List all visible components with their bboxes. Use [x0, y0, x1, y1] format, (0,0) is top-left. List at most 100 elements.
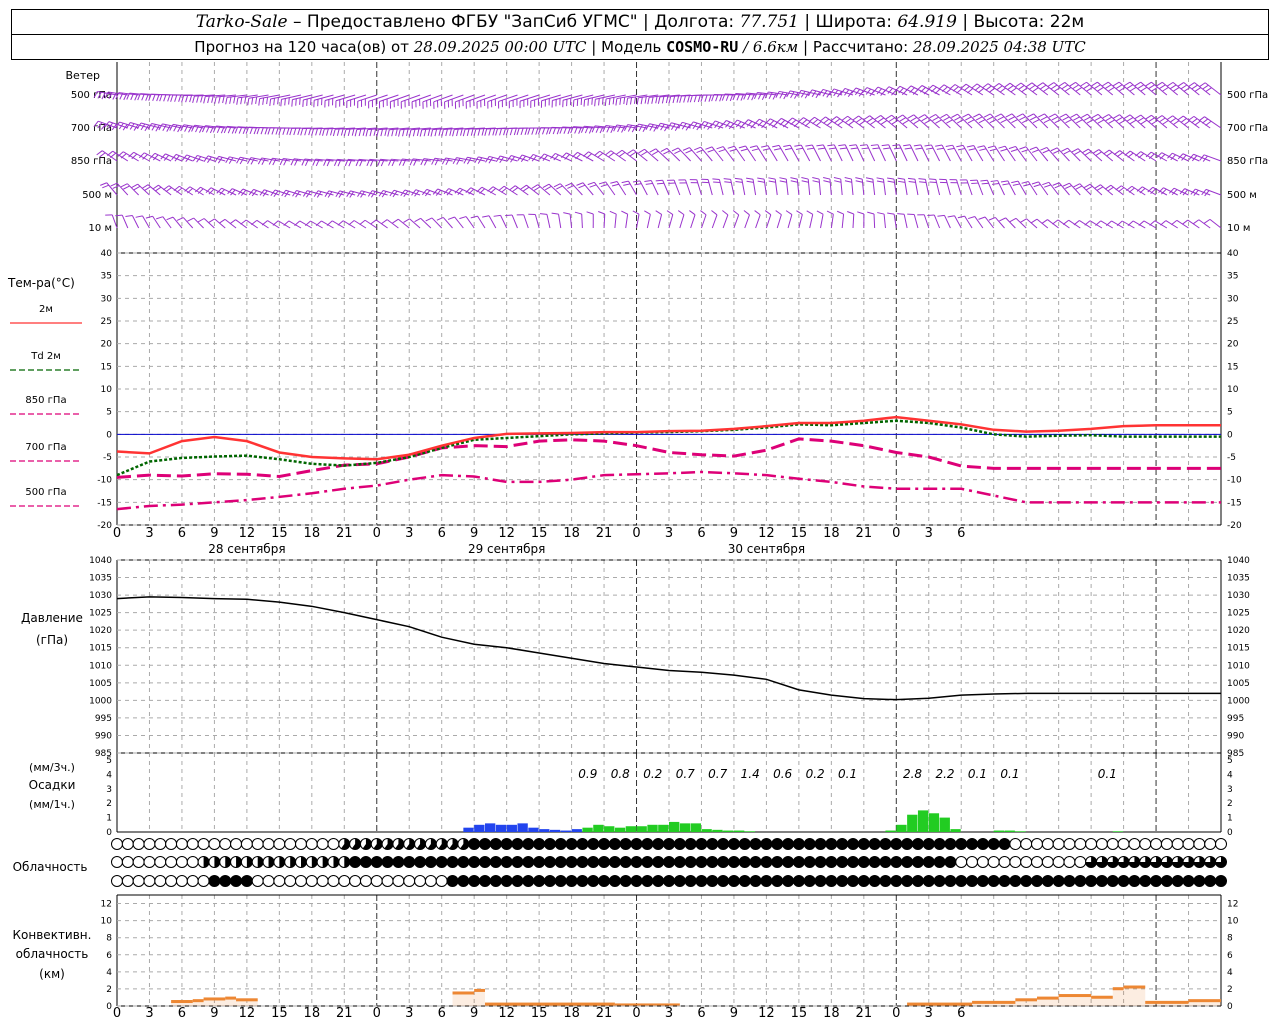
wind-barb-feather: [649, 124, 654, 131]
wind-barb-feather: [715, 94, 719, 102]
wind-barb: [368, 94, 388, 102]
wind-barb: [1069, 182, 1081, 196]
wind-barb-feather: [823, 180, 831, 183]
conv-tick-right: 12: [1227, 900, 1238, 910]
precip-bar: [506, 824, 517, 832]
wind-barb-feather: [1000, 180, 1008, 183]
wind-barb-feather: [876, 180, 884, 183]
wind-barb: [909, 144, 919, 162]
precip-bar: [571, 829, 582, 832]
wind-barb: [962, 145, 973, 162]
wind-barb: [778, 145, 789, 162]
pressure-tick-right: 1025: [1227, 609, 1250, 619]
wind-barb-feather: [1183, 120, 1191, 126]
cloud-symbol: [359, 856, 372, 868]
wind-barb-feather: [280, 99, 282, 107]
wind-barb-feather: [954, 116, 961, 121]
wind-barb-feather: [1137, 84, 1145, 89]
wind-barb-feather: [304, 128, 308, 136]
wind-barb-feather: [841, 115, 848, 121]
wind-barb-feather: [1040, 116, 1048, 121]
cloud-symbol: [1020, 856, 1033, 868]
cloud-symbol-fill: [236, 856, 242, 868]
time-tick-label: 6: [957, 526, 965, 541]
wind-barb-feather: [615, 98, 618, 106]
wind-barb-feather: [427, 128, 431, 136]
time-tick-label: 6: [438, 526, 446, 541]
wind-barb: [1110, 184, 1124, 196]
temp-tick-right: 35: [1227, 272, 1238, 282]
wind-barb-feather: [229, 96, 232, 104]
wind-barb-feather: [694, 146, 701, 151]
cloud-symbol: [608, 856, 621, 868]
wind-barb-feather: [885, 114, 893, 120]
wind-barb: [530, 94, 551, 102]
wind-barb-feather: [1076, 119, 1083, 124]
pressure-panel-unit: (гПа): [36, 633, 68, 647]
cloud-symbol: [305, 875, 318, 887]
cloud-symbol: [998, 856, 1011, 868]
wind-barb-feather: [500, 187, 508, 193]
wind-barb: [625, 214, 629, 229]
wind-barb-feather: [155, 125, 160, 132]
cloud-symbol: [1193, 838, 1206, 850]
wind-barb-feather: [452, 129, 455, 137]
wind-barb-feather: [796, 210, 803, 215]
wind-barb-feather: [977, 145, 985, 148]
wind-barb-feather: [498, 185, 505, 191]
wind-barb: [498, 94, 518, 102]
wind-barb-feather: [1145, 81, 1152, 87]
cloud-symbol: [327, 838, 340, 850]
cloud-symbol: [966, 838, 979, 850]
wind-barb-feather: [1155, 115, 1163, 120]
wind-barb-feather: [985, 85, 992, 91]
cloud-symbol: [1182, 875, 1195, 887]
precip-bar: [539, 829, 550, 832]
wind-barb-feather: [1008, 116, 1016, 121]
cloud-symbol: [284, 875, 297, 887]
cloud-symbol: [424, 856, 437, 868]
wind-barb-feather: [1127, 220, 1134, 227]
wind-barb-feather: [1070, 113, 1077, 118]
precip-bar: [463, 827, 474, 832]
wind-barb-feather: [779, 91, 784, 99]
wind-barb-feather: [295, 98, 297, 106]
meteogram: Tarko-Sale – Предоставлено ФГБУ "ЗапСиб …: [0, 0, 1280, 1024]
wind-barb-feather: [176, 217, 184, 221]
wind-barb-feather: [863, 115, 870, 121]
time-tick-label: 3: [925, 1006, 933, 1021]
wind-barb-feather: [1016, 113, 1024, 118]
time-tick-label: 12: [498, 1006, 515, 1021]
cloud-symbol: [911, 838, 924, 850]
wind-barb: [409, 218, 421, 229]
wind-barb: [789, 144, 800, 162]
wind-barb-feather: [583, 99, 586, 107]
time-tick-label: 0: [892, 1006, 900, 1021]
time-tick-label: 3: [405, 526, 413, 541]
cloud-symbol: [1031, 838, 1043, 850]
cloud-symbol-fill: [214, 856, 220, 868]
cloud-symbol: [955, 838, 968, 850]
wind-barb-feather: [423, 129, 427, 137]
precip-tick-right: 2: [1227, 799, 1233, 809]
cloud-symbol: [1009, 856, 1022, 868]
wind-barb-feather: [141, 184, 149, 189]
wind-barb-feather: [968, 148, 976, 151]
cloud-symbol: [890, 856, 903, 868]
wind-barb-feather: [621, 180, 629, 184]
cloud-symbol: [760, 856, 773, 868]
wind-barb-feather: [978, 119, 986, 124]
cloud-symbol: [966, 875, 979, 887]
wind-barb-feather: [855, 177, 863, 180]
wind-barb: [785, 179, 789, 196]
cloud-symbol: [533, 875, 546, 887]
wind-barb: [581, 213, 583, 229]
wind-barb-feather: [476, 186, 483, 193]
wind-barb-feather: [1095, 220, 1102, 226]
wind-barb-feather: [974, 85, 981, 91]
wind-barb-feather: [1201, 118, 1209, 124]
cloud-symbol: [165, 875, 178, 887]
wind-barb-feather: [935, 144, 943, 147]
cloud-symbol: [695, 875, 708, 887]
wind-barb-feather: [816, 210, 824, 215]
